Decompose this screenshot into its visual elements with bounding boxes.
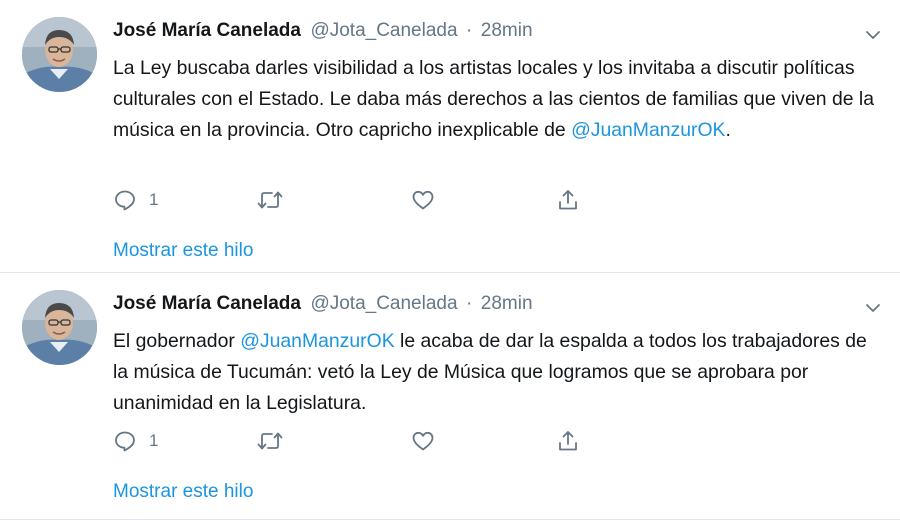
retweet-icon [256,188,284,212]
separator-dot: · [466,293,473,314]
retweet-button[interactable] [256,185,284,215]
like-button[interactable] [410,426,436,456]
reply-icon [113,188,137,212]
mention-link[interactable]: @JuanManzurOK [240,330,394,352]
author-handle[interactable]: @Jota_Canelada [310,293,457,314]
timestamp[interactable]: 28min [481,293,533,314]
timestamp[interactable]: 28min [481,20,533,41]
share-button[interactable] [556,426,580,456]
reply-count: 1 [149,190,159,209]
tweet-feed: José María Canelada @Jota_Canelada · 28m… [0,0,900,520]
avatar[interactable] [22,17,97,92]
retweet-icon [256,429,284,453]
like-icon [410,429,436,453]
tweet-text-start: La Ley buscaba darles visibilidad a los … [113,57,874,141]
reply-icon [113,429,137,453]
mention-link[interactable]: @JuanManzurOK [571,119,725,141]
caret-down-icon[interactable] [864,299,882,322]
reply-button[interactable]: 1 [113,185,158,215]
tweet-actions: 1 [113,426,633,456]
reply-button[interactable]: 1 [113,426,158,456]
show-thread-link[interactable]: Mostrar este hilo [113,481,253,503]
show-thread-link[interactable]: Mostrar este hilo [113,240,253,262]
tweet-text: El gobernador @JuanManzurOK le acaba de … [113,326,883,419]
tweet-text-start: El gobernador [113,330,241,352]
author-name[interactable]: José María Canelada [113,20,301,41]
share-icon [556,188,580,212]
tweet-header: José María Canelada @Jota_Canelada · 28m… [113,20,880,50]
like-icon [410,188,436,212]
share-button[interactable] [556,185,580,215]
tweet-text-end: . [725,119,731,141]
share-icon [556,429,580,453]
tweet-text: La Ley buscaba darles visibilidad a los … [113,53,883,146]
tweet[interactable]: José María Canelada @Jota_Canelada · 28m… [0,0,900,273]
tweet[interactable]: José María Canelada @Jota_Canelada · 28m… [0,273,900,520]
author-handle[interactable]: @Jota_Canelada [310,20,457,41]
avatar-photo [22,290,97,365]
retweet-button[interactable] [256,426,284,456]
avatar-photo [22,17,97,92]
author-name[interactable]: José María Canelada [113,293,301,314]
like-button[interactable] [410,185,436,215]
tweet-actions: 1 [113,185,633,215]
avatar[interactable] [22,290,97,365]
separator-dot: · [466,20,473,41]
tweet-header: José María Canelada @Jota_Canelada · 28m… [113,293,880,323]
reply-count: 1 [149,431,159,450]
caret-down-icon[interactable] [864,26,882,49]
